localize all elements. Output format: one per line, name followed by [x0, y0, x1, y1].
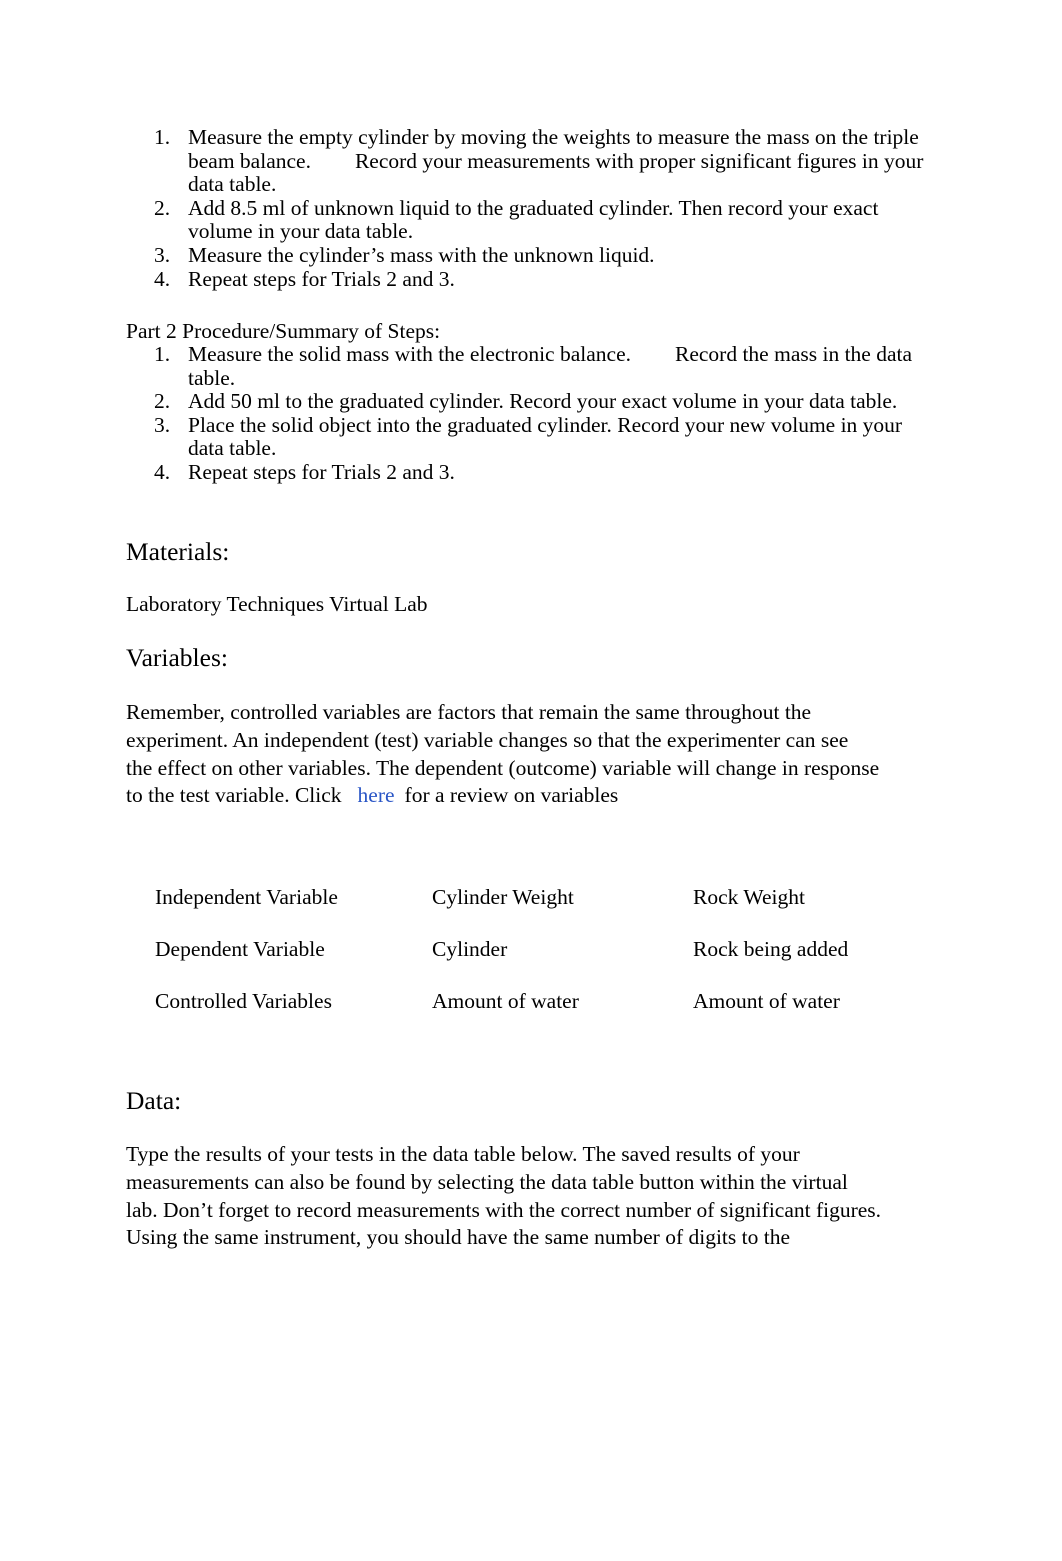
- data-paragraph-line-1: Type the results of your tests in the da…: [126, 1142, 800, 1166]
- list-marker: 4.: [154, 266, 171, 291]
- materials-body: Laboratory Techniques Virtual Lab: [126, 592, 428, 616]
- list-marker: 1.: [154, 342, 171, 366]
- list-item-text: Measure the solid mass with the electron…: [188, 342, 926, 390]
- list-marker: 2.: [154, 195, 171, 220]
- data-paragraph-line-2: measurements can also be found by select…: [126, 1169, 848, 1194]
- variables-row-rock: Amount of water: [693, 989, 840, 1013]
- variables-paragraph-line-1: Remember, controlled variables are facto…: [126, 700, 812, 724]
- list-item: 4. Repeat steps for Trials 2 and 3.: [126, 266, 926, 292]
- list-item-text: Add 50 ml to the graduated cylinder. Rec…: [188, 389, 898, 414]
- list-item: 1. Measure the empty cylinder by moving …: [126, 125, 926, 197]
- list-item: 1. Measure the solid mass with the elect…: [126, 342, 926, 390]
- variables-paragraph-line-4-pre: to the test variable. Click: [126, 783, 342, 808]
- list-item-text: Place the solid object into the graduate…: [188, 412, 903, 461]
- list-item-text: Measure the cylinder’s mass with the unk…: [188, 242, 655, 267]
- variables-heading: Variables:: [126, 643, 228, 672]
- variables-row-cylinder: Cylinder: [432, 937, 508, 961]
- list-marker: 2.: [154, 389, 171, 414]
- list-item: 3. Place the solid object into the gradu…: [126, 412, 926, 461]
- data-paragraph-line-3: lab. Don’t forget to record measurements…: [126, 1197, 882, 1222]
- variables-review-link[interactable]: here: [358, 783, 395, 807]
- variables-row-rock: Rock Weight: [693, 885, 805, 909]
- list-marker: 3.: [154, 242, 171, 267]
- list-marker: 4.: [154, 459, 171, 484]
- list-item: 2. Add 50 ml to the graduated cylinder. …: [126, 390, 926, 414]
- table-row: Controlled Variables Amount of water Amo…: [155, 989, 915, 1041]
- materials-heading: Materials:: [126, 537, 230, 566]
- list-item-text: Measure the empty cylinder by moving the…: [188, 125, 926, 197]
- variables-paragraph-line-4-post: for a review on variables: [404, 783, 619, 808]
- data-paragraph: Type the results of your tests in the da…: [126, 1141, 946, 1252]
- variables-row-label: Dependent Variable: [155, 937, 325, 961]
- list-item: 2. Add 8.5 ml of unknown liquid to the g…: [126, 195, 926, 244]
- variables-row-label: Controlled Variables: [155, 989, 332, 1013]
- list-item-text: Repeat steps for Trials 2 and 3.: [188, 459, 455, 484]
- variables-row-rock: Rock being added: [693, 937, 849, 961]
- part2-title: Part 2 Procedure/Summary of Steps:: [126, 319, 441, 343]
- table-row: Dependent Variable Cylinder Rock being a…: [155, 937, 915, 989]
- document-page: 1. Measure the empty cylinder by moving …: [0, 0, 1062, 1561]
- variables-paragraph-line-3: the effect on other variables. The depen…: [126, 755, 880, 780]
- variables-row-cylinder: Cylinder Weight: [432, 885, 574, 909]
- variables-table: Independent Variable Cylinder Weight Roc…: [155, 885, 915, 1041]
- list-marker: 1.: [154, 125, 171, 149]
- list-item: 4. Repeat steps for Trials 2 and 3.: [126, 459, 926, 485]
- list-item: 3. Measure the cylinder’s mass with the …: [126, 242, 926, 268]
- table-row: Independent Variable Cylinder Weight Roc…: [155, 885, 915, 937]
- list-item-text: Repeat steps for Trials 2 and 3.: [188, 266, 455, 291]
- variables-paragraph-line-4: to the test variable. Click here for a rev…: [126, 782, 946, 810]
- part1-steps-list: 1. Measure the empty cylinder by moving …: [126, 125, 926, 292]
- data-heading: Data:: [126, 1086, 182, 1115]
- variables-paragraph-line-2: experiment. An independent (test) variab…: [126, 727, 849, 752]
- part2-steps-list: 1. Measure the solid mass with the elect…: [126, 342, 926, 485]
- variables-row-cylinder: Amount of water: [432, 989, 579, 1013]
- data-paragraph-line-4: Using the same instrument, you should ha…: [126, 1225, 791, 1250]
- variables-row-label: Independent Variable: [155, 885, 338, 909]
- list-marker: 3.: [154, 412, 171, 437]
- list-item-text: Add 8.5 ml of unknown liquid to the grad…: [188, 195, 879, 244]
- list-item-text-a: Measure the solid mass with the electron…: [188, 342, 631, 366]
- variables-paragraph: Remember, controlled variables are facto…: [126, 699, 946, 810]
